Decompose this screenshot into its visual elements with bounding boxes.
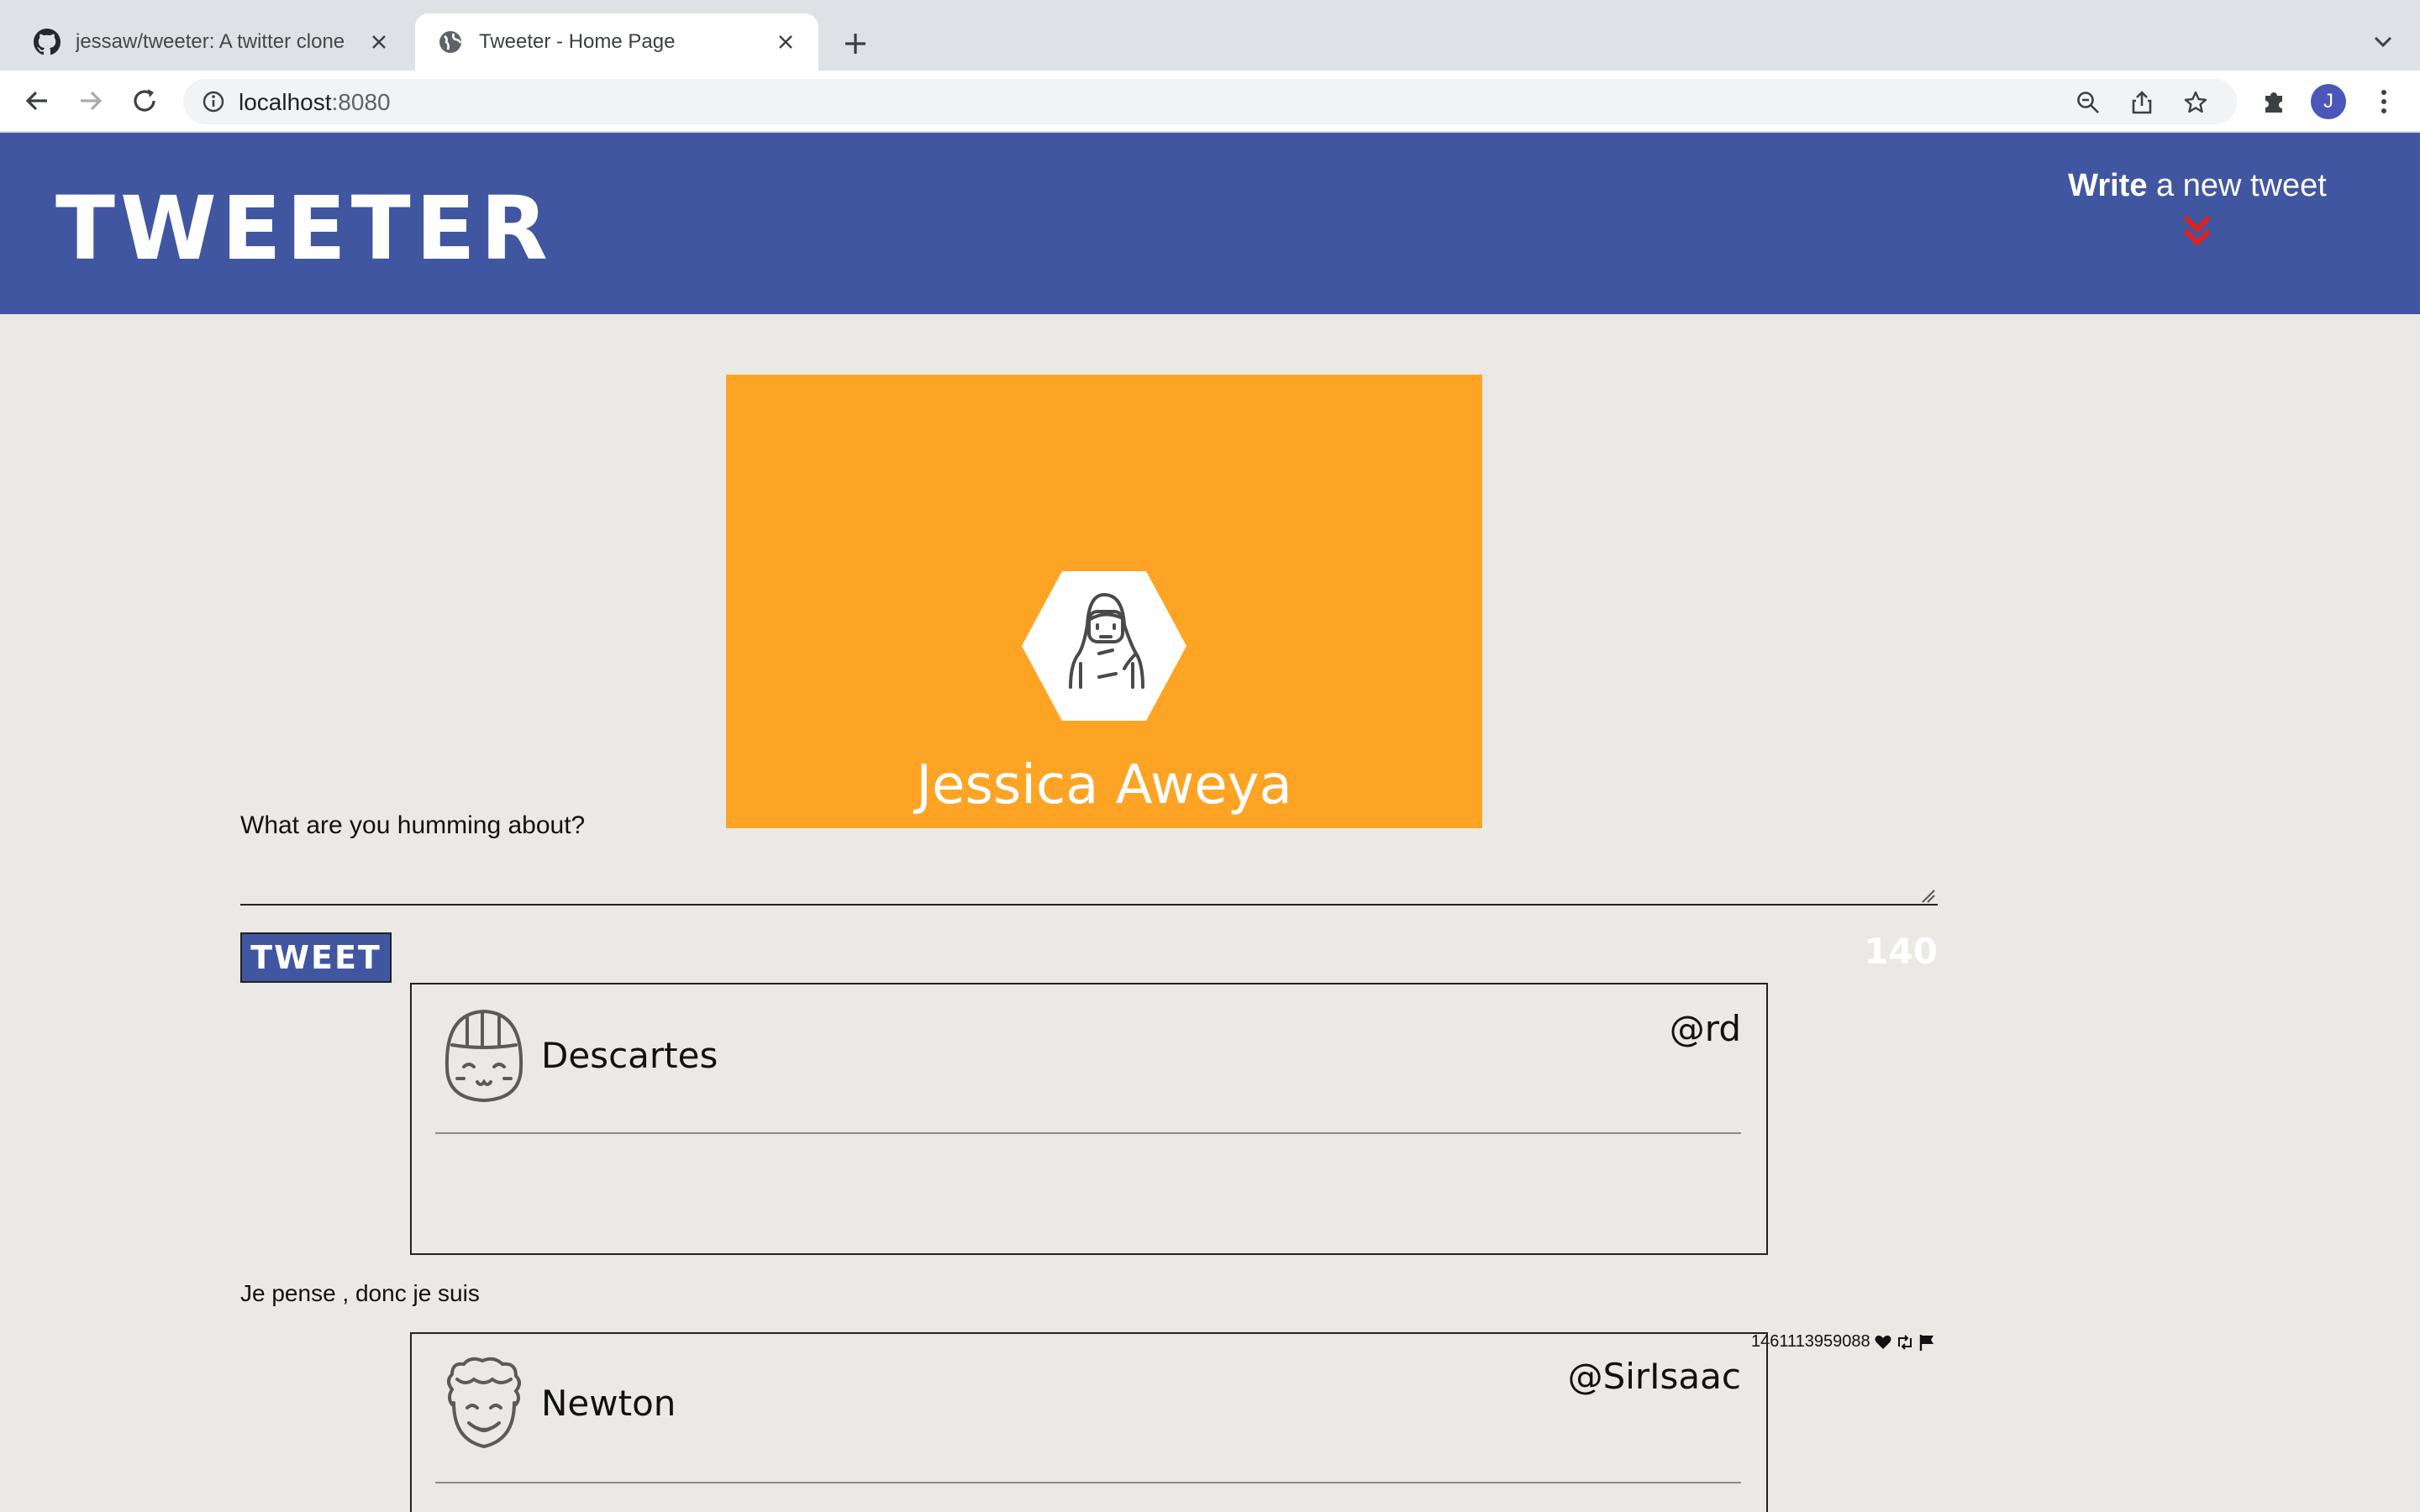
zoom-icon[interactable] [2075,90,2101,115]
flag-icon[interactable] [1918,1333,1936,1352]
extensions-icon[interactable] [2259,86,2291,118]
tweet-card: Descartes @rd [410,983,1768,1255]
retweet-icon[interactable] [1896,1333,1914,1352]
tweet-author-name: Descartes [541,1035,718,1076]
chevron-down-icon[interactable] [2368,27,2398,57]
user-avatar [1022,571,1186,721]
reload-icon[interactable] [128,84,161,118]
tweet-author-name: Newton [541,1383,676,1424]
compose-label: What are you humming about? [240,811,586,839]
tweet-submit-button[interactable]: TWEET [240,932,392,983]
close-icon[interactable] [365,28,393,56]
address-bar[interactable]: localhost:8080 [183,79,2237,124]
share-icon[interactable] [2129,90,2154,115]
tweet-timestamp: 1461113959088 [1751,1332,1870,1351]
profile-banner: Jessica Aweya [726,375,1482,828]
profile-name: Jessica Aweya [916,754,1292,816]
github-icon [34,29,60,55]
user-avatar [447,1357,521,1449]
user-avatar [445,1009,523,1103]
tweet-author-handle[interactable]: @SirIsaac [1568,1356,1741,1397]
menu-kebab-icon[interactable] [2368,86,2400,118]
tweet-divider [435,1132,1741,1134]
browser-tab-bar: jessaw/tweeter: A twitter clone Tweeter … [0,0,2420,71]
tweet-footer: 1461113959088 [1751,1332,1936,1352]
tab-github[interactable]: jessaw/tweeter: A twitter clone [12,13,412,71]
tab-title: jessaw/tweeter: A twitter clone [76,30,345,53]
url-text: localhost:8080 [239,89,391,115]
write-new-tweet-toggle[interactable]: Write a new tweet [2050,168,2344,249]
double-chevron-down-icon[interactable] [2181,213,2214,249]
tweet-content: Je pense , donc je suis [240,1280,480,1306]
back-arrow-icon[interactable] [20,84,54,118]
tweet-textarea[interactable] [240,860,1938,906]
globe-icon [439,31,462,53]
tab-tweeter[interactable]: Tweeter - Home Page [415,13,818,71]
site-logo[interactable]: TWEETER [55,185,553,272]
heart-icon[interactable] [1874,1333,1892,1352]
tweet-divider [435,1482,1741,1483]
info-icon[interactable] [202,90,225,113]
site-header: TWEETER Write a new tweet [0,133,2420,314]
close-icon[interactable] [771,28,800,56]
resize-handle-icon[interactable] [1919,887,1936,904]
browser-toolbar: localhost:8080 J [0,71,2420,133]
profile-avatar[interactable]: J [2311,84,2346,119]
tab-title: Tweeter - Home Page [479,30,676,53]
new-tab-icon[interactable] [839,27,872,60]
compose-toggle-label: Write a new tweet [2068,168,2327,203]
star-icon[interactable] [2183,90,2208,115]
tweet-card: Newton @SirIsaac [410,1332,1768,1512]
forward-arrow-icon[interactable] [74,84,108,118]
character-counter: 140 [1864,931,1938,972]
tweet-author-handle[interactable]: @rd [1670,1008,1741,1049]
